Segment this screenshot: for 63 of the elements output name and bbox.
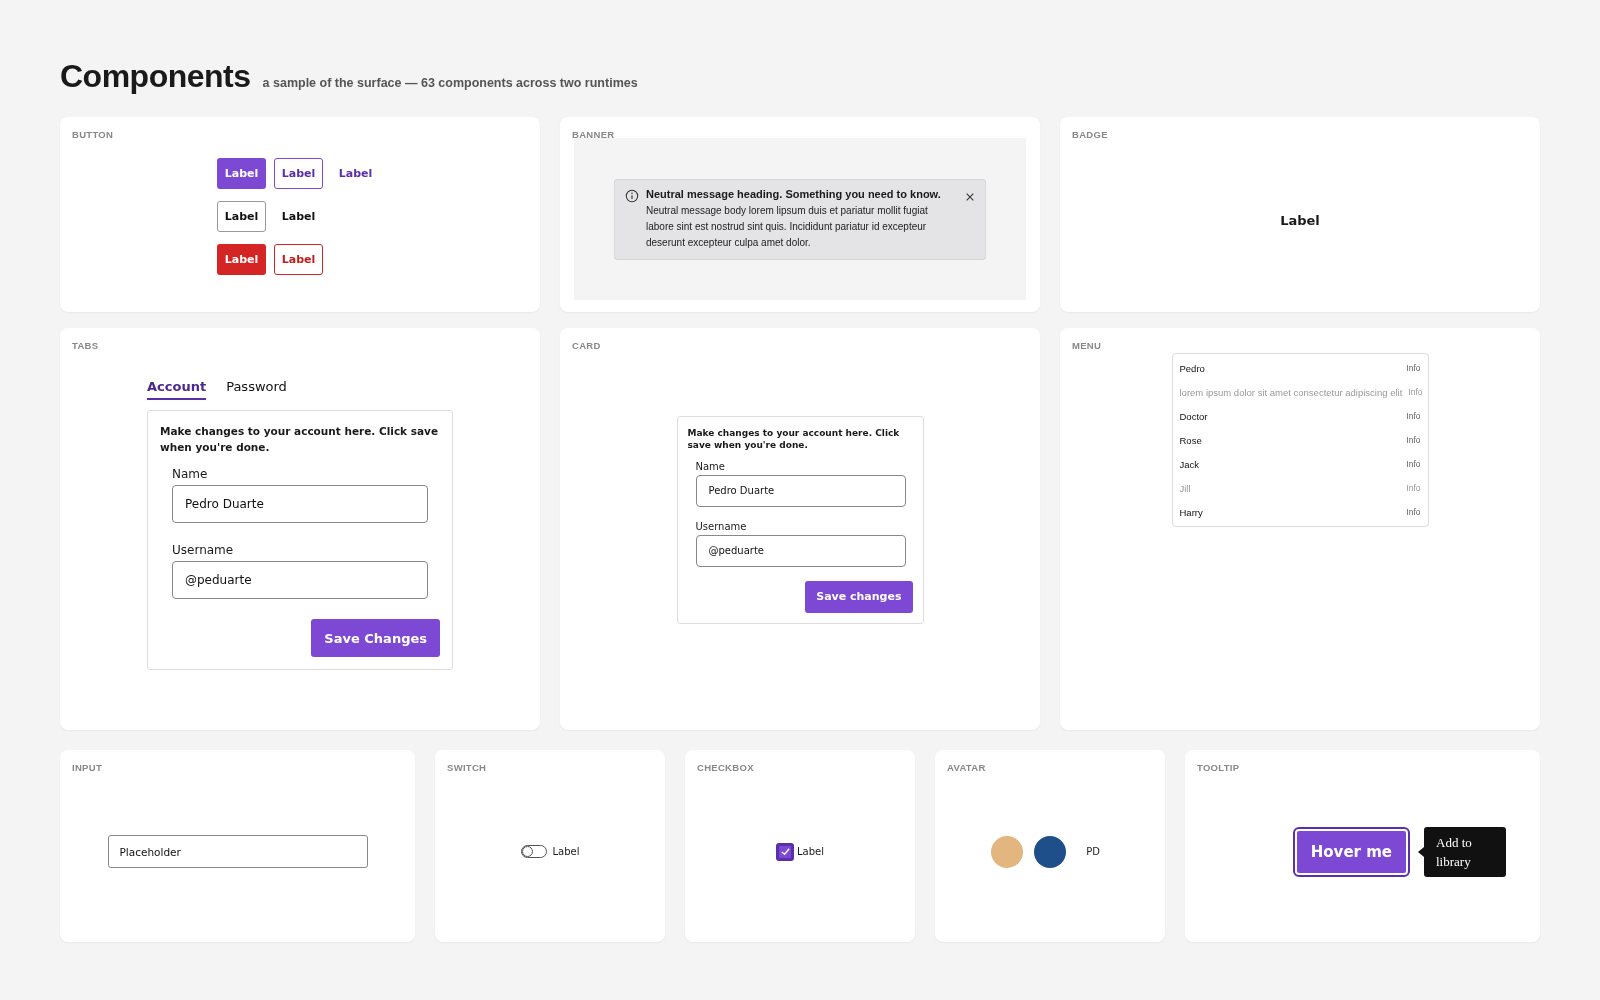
text-field[interactable]: @peduarte <box>695 534 906 567</box>
text-field[interactable]: Pedro Duarte <box>172 485 428 523</box>
field-label: Username <box>695 520 748 532</box>
banner-heading: Neutral message heading. Something you need to know. <box>646 187 942 200</box>
menu-item-info: Info <box>1408 387 1423 397</box>
panel-heading: MENU <box>1072 340 1103 351</box>
menu-item-info: Info <box>1406 459 1421 469</box>
menu-item[interactable]: Rose <box>1179 434 1202 446</box>
save-button[interactable]: Save Changes <box>311 619 440 657</box>
menu-item-info: Info <box>1406 363 1421 373</box>
label-button[interactable]: Label <box>217 201 266 232</box>
page-subtitle: a sample of the surface — 63 components across two runtimes <box>262 76 638 90</box>
panel-heading: CARD <box>572 340 602 351</box>
check-icon <box>779 846 791 857</box>
menu-item-info: Info <box>1406 411 1421 421</box>
label-button[interactable]: Label <box>331 158 380 189</box>
menu-item[interactable]: Pedro <box>1179 362 1205 374</box>
panel-heading: TABS <box>72 340 100 351</box>
switch-label: Label <box>552 846 580 857</box>
menu-item[interactable]: Doctor <box>1179 410 1208 422</box>
panel-heading: BANNER <box>572 129 616 140</box>
avatar-photo-placeholder <box>991 835 1023 868</box>
form-description: Make changes to your account here. Click save when you're done. <box>160 424 440 455</box>
field-label: Username <box>172 543 235 557</box>
menu-item-info: Info <box>1406 483 1421 493</box>
banner-body: Neutral message body lorem lipsum duis et pariatur mollit fugiat labore sint est nostrud sint quis. Incididunt pariatur id excepteur deserunt excepteur culpa amet dolor. <box>646 203 929 250</box>
text-field[interactable]: @peduarte <box>172 561 428 599</box>
close-icon[interactable] <box>965 191 975 202</box>
badge-label: Label <box>1280 212 1320 228</box>
avatar-photo-placeholder <box>1034 835 1066 868</box>
checkbox-label: Label <box>797 846 824 857</box>
panel-heading: TOOLTIP <box>1197 762 1241 773</box>
input-field[interactable]: Placeholder <box>107 835 368 868</box>
toggle-switch[interactable] <box>520 845 547 858</box>
text-field[interactable]: Pedro Duarte <box>695 474 906 507</box>
panel-heading: AVATAR <box>947 762 987 773</box>
menu-item-info: Info <box>1406 507 1421 517</box>
avatar-initials: PD <box>1085 845 1101 859</box>
tooltip: Add to library <box>1424 826 1506 877</box>
label-button[interactable]: Label <box>217 244 266 275</box>
hover-button[interactable]: Hover me <box>1294 828 1408 875</box>
tab[interactable]: Account <box>147 379 207 400</box>
save-button[interactable]: Save changes <box>805 580 913 613</box>
tooltip-arrow-icon <box>1418 846 1424 857</box>
menu-item[interactable]: Jack <box>1179 458 1200 470</box>
field-label: Name <box>172 467 209 481</box>
checkbox[interactable] <box>776 842 794 861</box>
label-button[interactable]: Label <box>274 158 323 189</box>
tab[interactable]: Password <box>226 379 287 400</box>
field-label: Name <box>695 460 726 472</box>
panel-heading: BADGE <box>1072 129 1109 140</box>
label-button[interactable]: Label <box>274 201 323 232</box>
panel-heading: SWITCH <box>447 762 488 773</box>
menu-item-info: Info <box>1406 435 1421 445</box>
panel-heading: CHECKBOX <box>697 762 755 773</box>
label-button[interactable]: Label <box>274 244 323 275</box>
label-button[interactable]: Label <box>217 158 266 189</box>
form-description: Make changes to your account here. Click save when you're done. <box>687 426 901 451</box>
panel-heading: BUTTON <box>72 129 115 140</box>
menu-item[interactable]: Harry <box>1179 506 1203 518</box>
page-title: Components <box>60 58 251 95</box>
info-icon <box>625 188 639 203</box>
panel-heading: INPUT <box>72 762 103 773</box>
